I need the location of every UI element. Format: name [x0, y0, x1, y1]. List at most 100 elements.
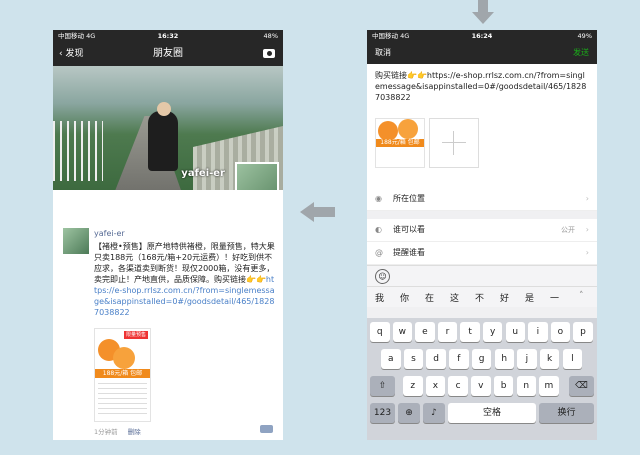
moment-post: yafei-er 【褚橙•预售】原产地特供褚橙，限量预售，特大果只卖188元（1…	[53, 228, 283, 440]
arrow-left-icon	[300, 202, 335, 222]
location-icon: ◉	[375, 194, 382, 203]
space-key[interactable]: 空格	[448, 403, 536, 423]
nav-bar: ‹ 发现 朋友圈	[53, 42, 283, 66]
key-e[interactable]: e	[415, 322, 435, 342]
attached-image[interactable]: 188元/箱 包邮	[375, 118, 425, 168]
shift-key[interactable]: ⇧	[370, 376, 395, 396]
key-a[interactable]: a	[381, 349, 401, 369]
return-key[interactable]: 换行	[539, 403, 594, 423]
chevron-up-icon[interactable]: ˄	[579, 291, 584, 301]
key-g[interactable]: g	[471, 349, 492, 369]
camera-icon[interactable]	[263, 49, 275, 58]
moments-phone: 中国移动 4G 16:32 48% ‹ 发现 朋友圈 yafei-er yafe…	[53, 30, 283, 440]
key-i[interactable]: i	[528, 322, 548, 342]
key-f[interactable]: f	[449, 349, 469, 369]
compose-area[interactable]: 购买链接👉👉https://e-shop.rrlsz.com.cn/?from=…	[367, 64, 597, 188]
key-t[interactable]: t	[460, 322, 480, 342]
visibility-row[interactable]: ◐ 谁可以看 公开 ›	[367, 219, 597, 242]
status-time: 16:24	[471, 32, 493, 40]
key-l[interactable]: l	[562, 349, 583, 369]
rider-figure	[148, 111, 178, 171]
location-label: 所在位置	[393, 194, 425, 203]
key-o[interactable]: o	[550, 322, 571, 342]
candidate-word[interactable]: 我	[375, 291, 384, 304]
add-image-button[interactable]	[429, 118, 479, 168]
post-avatar[interactable]	[63, 228, 89, 254]
key-h[interactable]: h	[494, 349, 514, 369]
post-body: 【褚橙•预售】原产地特供褚橙，限量预售，特大果只卖188元（168元/箱+20元…	[94, 242, 275, 284]
visibility-label: 谁可以看	[393, 225, 425, 234]
mention-row[interactable]: @ 提醒谁看 ›	[367, 242, 597, 265]
status-bar: 中国移动 4G 16:24 49%	[367, 30, 597, 42]
candidate-word[interactable]: 好	[500, 291, 509, 304]
post-text: 【褚橙•预售】原产地特供褚橙，限量预售，特大果只卖188元（168元/箱+20元…	[94, 241, 276, 318]
candidate-word[interactable]: 不	[475, 291, 484, 304]
key-y[interactable]: y	[482, 322, 503, 342]
key-p[interactable]: p	[573, 322, 593, 342]
globe-icon: ◐	[375, 225, 382, 234]
key-s[interactable]: s	[403, 349, 424, 369]
key-j[interactable]: j	[517, 349, 537, 369]
post-meta: 1分钟前 删除	[94, 426, 141, 436]
cover-username: yafei-er	[181, 168, 225, 179]
candidate-bar: 我 你 在 这 不 好 是 一 ˄	[367, 286, 597, 307]
price-banner: 188元/箱 包邮	[376, 139, 424, 147]
cover-avatar[interactable]	[235, 162, 279, 190]
arrow-down-icon	[472, 0, 494, 24]
send-button[interactable]: 发送	[573, 42, 589, 64]
key-w[interactable]: w	[392, 322, 413, 342]
candidate-word[interactable]: 你	[400, 291, 409, 304]
keyboard: q w e r t y u i o p a s d f g h j k l ⇧ z x c v b n m ⌫ 123 ⊕ ♪ 空格 换行	[367, 318, 597, 440]
page-title: 朋友圈	[153, 48, 183, 59]
post-image[interactable]: 限量预售 188元/箱 包邮	[94, 328, 151, 422]
delete-link[interactable]: 删除	[128, 428, 141, 436]
globe-key[interactable]: ⊕	[398, 403, 420, 423]
visibility-value: 公开	[561, 226, 575, 234]
numbers-key[interactable]: 123	[370, 403, 395, 423]
key-c[interactable]: c	[448, 376, 468, 396]
status-bar: 中国移动 4G 16:32 48%	[53, 30, 283, 42]
mic-key[interactable]: ♪	[423, 403, 445, 423]
compose-nav: 取消 发送	[367, 42, 597, 64]
fence-decoration	[53, 121, 103, 181]
candidate-word[interactable]: 是	[525, 291, 534, 304]
candidate-word[interactable]: 在	[425, 291, 434, 304]
comment-icon[interactable]	[260, 425, 273, 433]
key-x[interactable]: x	[425, 376, 446, 396]
chevron-right-icon: ›	[585, 225, 589, 234]
candidate-word[interactable]: 一	[550, 291, 559, 304]
battery-level: 49%	[577, 32, 592, 40]
chevron-right-icon: ›	[585, 248, 589, 257]
key-m[interactable]: m	[539, 376, 559, 396]
candidate-word[interactable]: 这	[450, 291, 459, 304]
key-q[interactable]: q	[370, 322, 390, 342]
emoji-icon[interactable]: ☺	[375, 269, 390, 284]
cover-photo[interactable]: yafei-er	[53, 66, 283, 190]
key-d[interactable]: d	[426, 349, 446, 369]
location-row[interactable]: ◉ 所在位置 ›	[367, 188, 597, 211]
price-banner: 188元/箱 包邮	[95, 369, 150, 378]
battery-level: 48%	[263, 32, 278, 40]
orange-graphic	[398, 119, 418, 139]
mention-label: 提醒谁看	[393, 248, 425, 257]
rider-head	[157, 102, 171, 116]
backspace-key[interactable]: ⌫	[569, 376, 594, 396]
status-time: 16:32	[157, 32, 179, 40]
orange-graphic	[113, 347, 135, 369]
key-k[interactable]: k	[539, 349, 560, 369]
presale-badge: 限量预售	[123, 331, 148, 339]
emoji-bar: ☺	[367, 265, 597, 286]
key-u[interactable]: u	[505, 322, 526, 342]
key-n[interactable]: n	[516, 376, 536, 396]
key-z[interactable]: z	[403, 376, 423, 396]
compose-phone: 中国移动 4G 16:24 49% 取消 发送 购买链接👉👉https://e-…	[367, 30, 597, 440]
detail-lines	[98, 383, 147, 417]
chevron-right-icon: ›	[585, 194, 589, 203]
key-b[interactable]: b	[493, 376, 514, 396]
cancel-button[interactable]: 取消	[375, 42, 391, 64]
at-icon: @	[375, 248, 383, 257]
key-r[interactable]: r	[437, 322, 458, 342]
key-v[interactable]: v	[471, 376, 491, 396]
compose-input[interactable]: 购买链接👉👉https://e-shop.rrlsz.com.cn/?from=…	[375, 70, 589, 103]
post-username[interactable]: yafei-er	[94, 229, 125, 238]
